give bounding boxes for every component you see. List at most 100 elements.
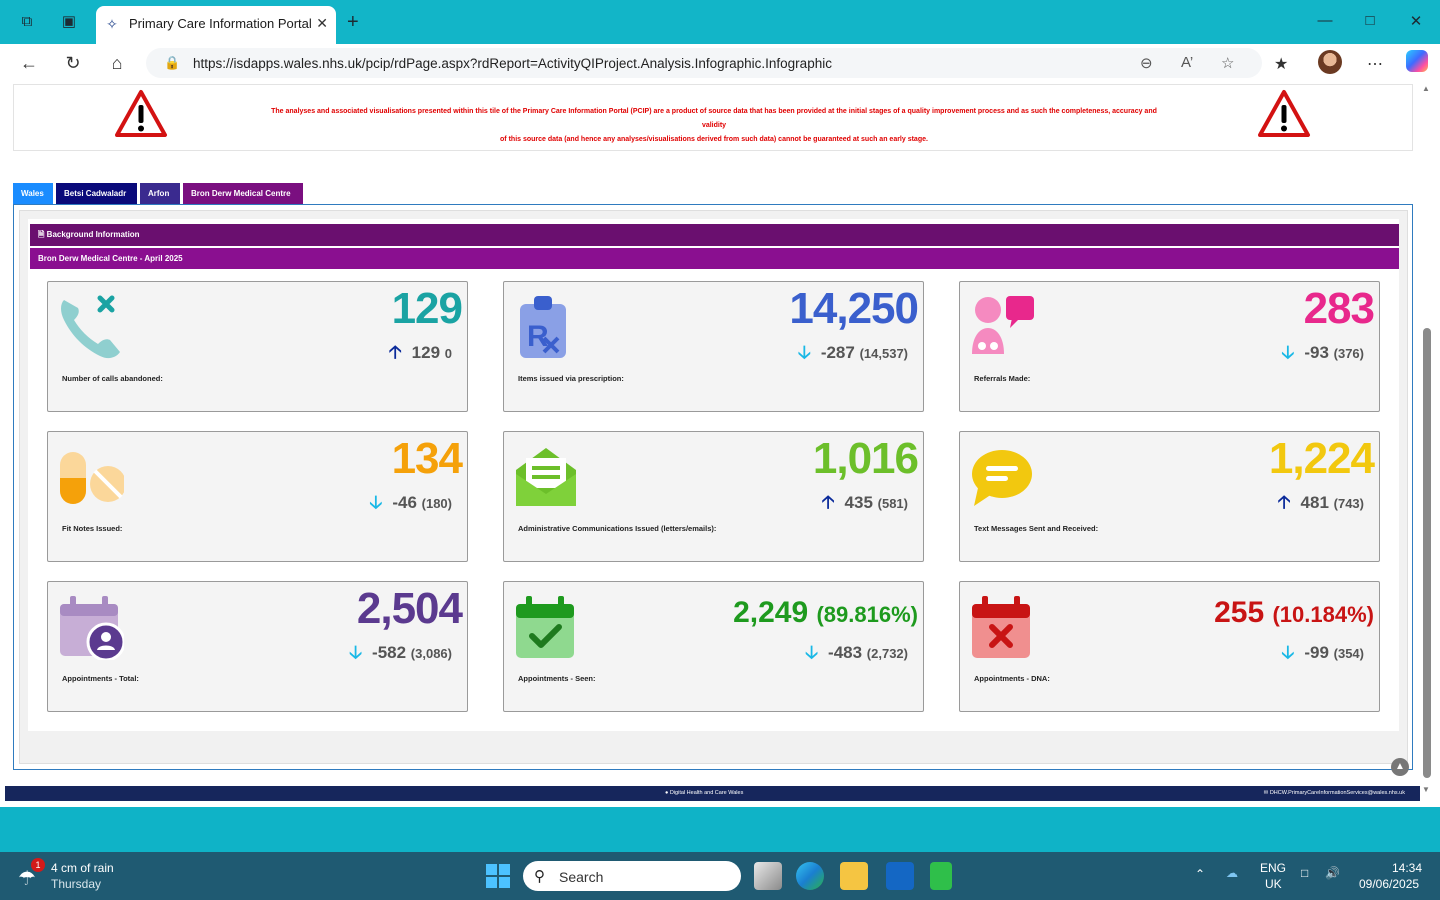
footer-left: ● Digital Health and Care Wales (665, 786, 743, 801)
refresh-icon[interactable]: ↻ (62, 53, 84, 73)
delta-value: 435 (844, 493, 873, 512)
previous-value: (354) (1333, 646, 1364, 661)
footer-email[interactable]: DHCW.PrimaryCareInformationServices@wale… (1270, 790, 1405, 796)
previous-value: (180) (421, 496, 452, 511)
zoom-icon[interactable]: ⊖ (1140, 54, 1153, 72)
windows-start-icon[interactable] (486, 864, 510, 888)
more-menu-icon[interactable]: ⋯ (1367, 54, 1383, 74)
arrow-down-icon: 🡣 (1281, 642, 1295, 662)
copilot-icon[interactable] (1406, 50, 1428, 72)
maximize-icon[interactable]: □ (1355, 12, 1385, 29)
browser-tab[interactable]: ✧ Primary Care Information Portal ✕ (96, 6, 336, 44)
fit-notes-label: Fit Notes Issued: (62, 524, 123, 533)
outlook-icon[interactable] (886, 862, 914, 890)
fit-notes-delta: 🡣 -46 (180) (369, 490, 452, 520)
edge-icon[interactable] (796, 862, 824, 890)
app-e-icon[interactable] (930, 862, 952, 890)
close-tab-icon[interactable]: ✕ (316, 15, 328, 32)
appointments-seen-value: 2,249 (89.816%) (733, 596, 918, 630)
taskbar-search[interactable]: ⚲ Search (523, 861, 741, 891)
language-eng[interactable]: ENG (1260, 861, 1286, 875)
address-toolbar: ← ↻ ⌂ 🔒 https://isdapps.wales.nhs.uk/pci… (0, 44, 1440, 82)
globe-icon: ● (665, 790, 669, 796)
weather-day[interactable]: Thursday (51, 877, 101, 891)
arrow-up-icon: 🡡 (821, 492, 835, 512)
url-field[interactable]: 🔒 https://isdapps.wales.nhs.uk/pcip/rdPa… (146, 48, 1262, 78)
footer-right[interactable]: ✉ DHCW.PrimaryCareInformationServices@wa… (1264, 786, 1405, 801)
admin-communications-delta: 🡡 435 (581) (822, 490, 908, 520)
arrow-down-icon: 🡣 (1281, 342, 1295, 362)
card-appointments-total: 2,504 🡣 -582 (3,086) Appointments - Total… (47, 581, 468, 712)
text-messages-label: Text Messages Sent and Received: (974, 524, 1099, 533)
delta-value: -93 (1304, 343, 1329, 362)
calendar-user-icon (60, 596, 124, 660)
tab-betsi-cadwaladr[interactable]: Betsi Cadwaladr (56, 183, 137, 204)
text-messages-delta: 🡡 481 (743) (1278, 490, 1364, 520)
delta-value: -99 (1304, 643, 1329, 662)
tab-arfon[interactable]: Arfon (140, 183, 180, 204)
appointments-total-number: 2,504 (356, 584, 463, 633)
url-text[interactable]: https://isdapps.wales.nhs.uk/pcip/rdPage… (193, 56, 832, 71)
prescription-icon: R (520, 296, 566, 358)
tab-actions-icon[interactable]: ▣ (60, 13, 78, 31)
workspaces-icon[interactable]: ⧉ (18, 13, 36, 31)
card-appointments-dna: 255 (10.184%) 🡣 -99 (354) Appointments - … (959, 581, 1380, 712)
tab-wales[interactable]: Wales (13, 183, 53, 204)
arrow-down-icon: 🡣 (797, 342, 811, 362)
section-header[interactable]: 🗎 Background Information (30, 224, 1399, 246)
arrow-down-icon: 🡣 (369, 492, 383, 512)
search-placeholder[interactable]: Search (559, 869, 603, 885)
calls-abandoned-value: 129 (391, 284, 463, 333)
home-icon[interactable]: ⌂ (106, 53, 128, 73)
doctor-chat-icon (972, 296, 1034, 354)
show-hidden-icons-chevron-icon[interactable]: ⌃ (1195, 867, 1205, 881)
card-text-messages: 1,224 🡡 481 (743) Text Messages Sent and … (959, 431, 1380, 562)
referrals-delta: 🡣 -93 (376) (1281, 340, 1364, 370)
volume-icon[interactable]: 🔊 (1325, 866, 1340, 880)
appointments-total-label: Appointments - Total: (62, 674, 139, 683)
card-referrals: 283 🡣 -93 (376) Referrals Made: (959, 281, 1380, 412)
prescription-items-label: Items issued via prescription: (518, 374, 624, 383)
clock-time[interactable]: 14:34 (1392, 861, 1422, 875)
calendar-check-icon (516, 596, 574, 658)
prescription-items-value: 14,250 (789, 284, 919, 333)
page-footer: ● Digital Health and Care Wales ✉ DHCW.P… (5, 786, 1420, 801)
previous-value: (14,537) (859, 346, 908, 361)
tab-bron-derw[interactable]: Bron Derw Medical Centre (183, 183, 303, 204)
weather-text[interactable]: 4 cm of rain (51, 861, 114, 875)
card-appointments-seen: 2,249 (89.816%) 🡣 -483 (2,732) Appointmen… (503, 581, 924, 712)
favorites-icon[interactable]: ★ (1274, 54, 1288, 74)
envelope-icon (516, 448, 576, 506)
appointments-total-value: 2,504 (356, 584, 463, 634)
profile-avatar[interactable] (1318, 50, 1342, 74)
new-tab-icon[interactable]: + (347, 12, 359, 32)
disclaimer-line-1: The analyses and associated visualisatio… (271, 108, 1157, 129)
appointments-seen-percent: (89.816%) (816, 602, 918, 627)
favorite-star-icon[interactable]: ☆ (1221, 54, 1234, 72)
scrollbar-thumb[interactable] (1423, 328, 1431, 778)
scroll-up-icon[interactable]: ▲ (1422, 84, 1430, 93)
card-calls-abandoned: 129 🡡 129 0 Number of calls abandoned: (47, 281, 468, 412)
back-icon[interactable]: ← (18, 53, 40, 73)
close-window-icon[interactable]: ✕ (1401, 12, 1431, 30)
task-view-icon[interactable] (754, 862, 782, 890)
appointments-seen-delta: 🡣 -483 (2,732) (805, 640, 908, 670)
previous-value: (2,732) (866, 646, 908, 661)
fit-notes-value: 134 (391, 434, 463, 483)
network-icon[interactable]: □ (1301, 866, 1308, 880)
delta-value: -287 (820, 343, 855, 362)
delta-value: -483 (828, 643, 863, 662)
scroll-down-icon[interactable]: ▼ (1422, 785, 1430, 794)
previous-value: 0 (444, 346, 452, 361)
minimize-icon[interactable]: — (1310, 12, 1340, 29)
file-explorer-icon[interactable] (840, 862, 868, 890)
vertical-scrollbar[interactable]: ▲ ▼ (1420, 82, 1434, 800)
onedrive-icon[interactable]: ☁ (1226, 866, 1238, 880)
infographic-content: 🗎 Background Information Bron Derw Medic… (28, 219, 1399, 731)
warning-left-icon (115, 90, 167, 137)
clock-date[interactable]: 09/06/2025 (1359, 877, 1419, 891)
lock-icon[interactable]: 🔒 (164, 55, 180, 71)
scroll-to-top-button[interactable]: ▲ (1391, 758, 1409, 776)
language-uk[interactable]: UK (1265, 877, 1282, 891)
read-aloud-icon[interactable]: A’ (1181, 54, 1193, 71)
